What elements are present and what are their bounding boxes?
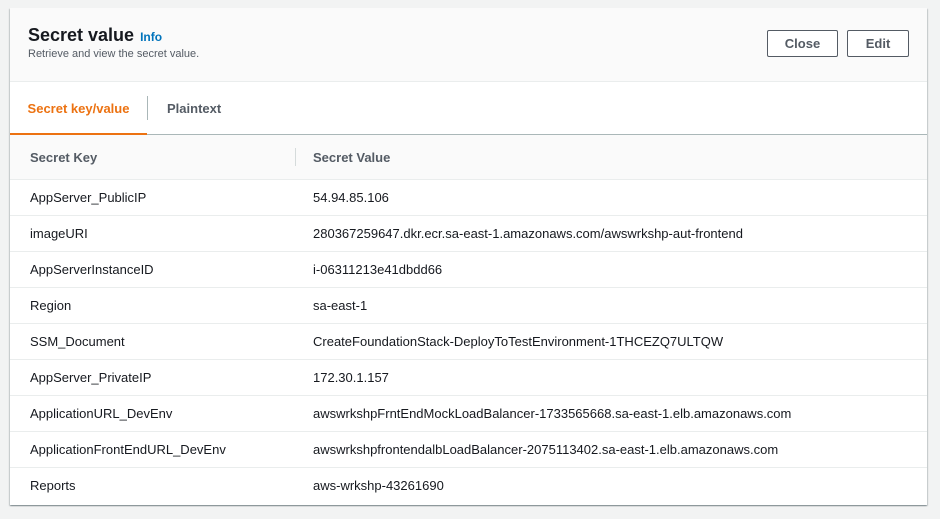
edit-button[interactable]: Edit	[847, 30, 909, 57]
tab-plaintext[interactable]: Plaintext	[167, 82, 221, 134]
table-row: AppServerInstanceID i-06311213e41dbdd66	[10, 252, 927, 288]
column-header-secret-value: Secret Value	[313, 149, 391, 165]
secret-value-cell: aws-wrkshp-43261690	[313, 478, 444, 493]
table-row: Reports aws-wrkshp-43261690	[10, 468, 927, 503]
tab-label: Plaintext	[167, 100, 222, 116]
table-row: ApplicationFrontEndURL_DevEnv awswrkshpf…	[10, 432, 927, 468]
secret-key-cell: Reports	[30, 478, 76, 493]
table-row: SSM_Document CreateFoundationStack-Deplo…	[10, 324, 927, 360]
secret-value-cell: awswrkshpFrntEndMockLoadBalancer-1733565…	[313, 406, 792, 421]
info-link[interactable]: Info	[140, 30, 162, 44]
column-divider	[295, 148, 296, 166]
secret-key-cell: AppServer_PrivateIP	[30, 370, 152, 385]
table-row: AppServer_PrivateIP 172.30.1.157	[10, 360, 927, 396]
secret-value-cell: awswrkshpfrontendalbLoadBalancer-2075113…	[313, 442, 779, 457]
secret-value-cell: CreateFoundationStack-DeployToTestEnviro…	[313, 334, 724, 349]
table-row: Region sa-east-1	[10, 288, 927, 324]
panel-title: Secret value	[28, 25, 135, 45]
title-row: Secret value Info	[28, 25, 162, 46]
secret-key-cell: ApplicationURL_DevEnv	[30, 406, 173, 421]
secret-value-cell: 172.30.1.157	[313, 370, 389, 385]
table-row: ApplicationURL_DevEnv awswrkshpFrntEndMo…	[10, 396, 927, 432]
close-button[interactable]: Close	[767, 30, 838, 57]
panel-subtitle: Retrieve and view the secret value.	[28, 48, 200, 60]
secret-key-cell: imageURI	[30, 226, 88, 241]
secret-key-cell: SSM_Document	[30, 334, 125, 349]
secret-value-panel: Secret value Info Retrieve and view the …	[10, 8, 927, 505]
column-header-secret-key: Secret Key	[30, 149, 98, 165]
panel-header: Secret value Info Retrieve and view the …	[10, 8, 927, 82]
secret-value-cell: 280367259647.dkr.ecr.sa-east-1.amazonaws…	[313, 226, 743, 241]
secret-value-cell: i-06311213e41dbdd66	[313, 262, 443, 277]
secret-value-cell: 54.94.85.106	[313, 190, 389, 205]
tab-divider	[147, 96, 148, 120]
secret-key-cell: AppServer_PublicIP	[30, 190, 147, 205]
tab-bar: Secret key/value Plaintext	[10, 82, 927, 135]
secret-key-cell: ApplicationFrontEndURL_DevEnv	[30, 442, 226, 457]
table-row: AppServer_PublicIP 54.94.85.106	[10, 180, 927, 216]
table-row: imageURI 280367259647.dkr.ecr.sa-east-1.…	[10, 216, 927, 252]
tab-secret-key-value[interactable]: Secret key/value	[10, 82, 147, 135]
secret-key-cell: AppServerInstanceID	[30, 262, 154, 277]
secret-value-cell: sa-east-1	[313, 298, 368, 313]
table-header: Secret Key Secret Value	[10, 135, 927, 180]
secret-key-cell: Region	[30, 298, 72, 313]
tab-label: Secret key/value	[27, 100, 130, 116]
table-body: AppServer_PublicIP 54.94.85.106 imageURI…	[10, 180, 927, 503]
